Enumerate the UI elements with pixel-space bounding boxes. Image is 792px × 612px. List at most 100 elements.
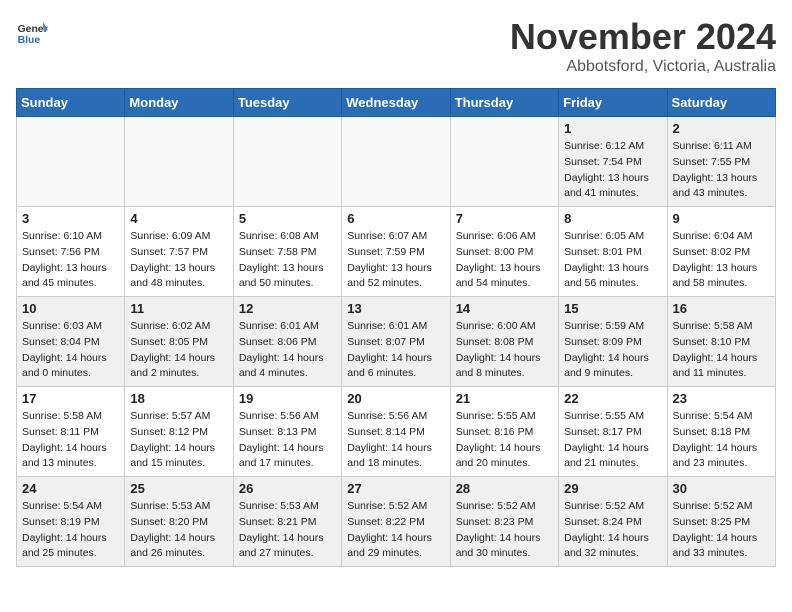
calendar-day-cell: 7 Sunrise: 6:06 AMSunset: 8:00 PMDaylight…: [450, 207, 558, 297]
day-number: 2: [673, 121, 770, 136]
weekday-header: Friday: [559, 89, 667, 117]
calendar-day-cell: 21 Sunrise: 5:55 AMSunset: 8:16 PMDayligh…: [450, 387, 558, 477]
day-info: Sunrise: 5:53 AMSunset: 8:21 PMDaylight:…: [239, 499, 336, 562]
day-info: Sunrise: 6:06 AMSunset: 8:00 PMDaylight:…: [456, 229, 553, 292]
calendar-week-row: 24 Sunrise: 5:54 AMSunset: 8:19 PMDayligh…: [17, 477, 776, 567]
calendar-day-cell: 20 Sunrise: 5:56 AMSunset: 8:14 PMDayligh…: [342, 387, 450, 477]
calendar-day-cell: 3 Sunrise: 6:10 AMSunset: 7:56 PMDaylight…: [17, 207, 125, 297]
day-info: Sunrise: 5:55 AMSunset: 8:16 PMDaylight:…: [456, 409, 553, 472]
calendar-week-row: 17 Sunrise: 5:58 AMSunset: 8:11 PMDayligh…: [17, 387, 776, 477]
day-number: 15: [564, 301, 661, 316]
calendar-day-cell: 12 Sunrise: 6:01 AMSunset: 8:06 PMDayligh…: [233, 297, 341, 387]
day-info: Sunrise: 5:58 AMSunset: 8:11 PMDaylight:…: [22, 409, 119, 472]
calendar-day-cell: 25 Sunrise: 5:53 AMSunset: 8:20 PMDayligh…: [125, 477, 233, 567]
svg-text:Blue: Blue: [18, 35, 41, 46]
day-number: 14: [456, 301, 553, 316]
day-info: Sunrise: 6:01 AMSunset: 8:06 PMDaylight:…: [239, 319, 336, 382]
calendar-day-cell: 17 Sunrise: 5:58 AMSunset: 8:11 PMDayligh…: [17, 387, 125, 477]
calendar-day-cell: 13Sunrise: 6:01 AMSunset: 8:07 PMDayligh…: [342, 297, 450, 387]
calendar-day-cell: 15 Sunrise: 5:59 AMSunset: 8:09 PMDayligh…: [559, 297, 667, 387]
day-number: 28: [456, 481, 553, 496]
day-info: Sunrise: 6:03 AMSunset: 8:04 PMDaylight:…: [22, 319, 119, 382]
calendar-day-cell: 18 Sunrise: 5:57 AMSunset: 8:12 PMDayligh…: [125, 387, 233, 477]
day-number: 17: [22, 391, 119, 406]
day-number: 16: [673, 301, 770, 316]
weekday-header: Saturday: [667, 89, 775, 117]
day-number: 19: [239, 391, 336, 406]
calendar-day-cell: 8 Sunrise: 6:05 AMSunset: 8:01 PMDaylight…: [559, 207, 667, 297]
calendar-day-cell: 27 Sunrise: 5:52 AMSunset: 8:22 PMDayligh…: [342, 477, 450, 567]
calendar-day-cell: 10 Sunrise: 6:03 AMSunset: 8:04 PMDayligh…: [17, 297, 125, 387]
day-info: Sunrise: 6:01 AMSunset: 8:07 PMDaylight:…: [347, 319, 444, 382]
weekday-header: Thursday: [450, 89, 558, 117]
day-info: Sunrise: 6:09 AMSunset: 7:57 PMDaylight:…: [130, 229, 227, 292]
day-info: Sunrise: 6:10 AMSunset: 7:56 PMDaylight:…: [22, 229, 119, 292]
calendar-day-cell: 24 Sunrise: 5:54 AMSunset: 8:19 PMDayligh…: [17, 477, 125, 567]
day-number: 11: [130, 301, 227, 316]
calendar-day-cell: 4 Sunrise: 6:09 AMSunset: 7:57 PMDaylight…: [125, 207, 233, 297]
calendar-week-row: 10 Sunrise: 6:03 AMSunset: 8:04 PMDayligh…: [17, 297, 776, 387]
day-info: Sunrise: 6:05 AMSunset: 8:01 PMDaylight:…: [564, 229, 661, 292]
day-number: 27: [347, 481, 444, 496]
weekday-header: Tuesday: [233, 89, 341, 117]
day-info: Sunrise: 5:56 AMSunset: 8:13 PMDaylight:…: [239, 409, 336, 472]
calendar-day-cell: 26Sunrise: 5:53 AMSunset: 8:21 PMDayligh…: [233, 477, 341, 567]
day-number: 23: [673, 391, 770, 406]
page-header: General Blue November 2024 Abbotsford, V…: [16, 16, 776, 76]
day-info: Sunrise: 5:54 AMSunset: 8:19 PMDaylight:…: [22, 499, 119, 562]
day-number: 20: [347, 391, 444, 406]
calendar-day-cell: 16 Sunrise: 5:58 AMSunset: 8:10 PMDayligh…: [667, 297, 775, 387]
calendar-day-cell: [17, 117, 125, 207]
day-number: 1: [564, 121, 661, 136]
calendar-day-cell: [233, 117, 341, 207]
day-info: Sunrise: 5:52 AMSunset: 8:22 PMDaylight:…: [347, 499, 444, 562]
day-number: 6: [347, 211, 444, 226]
calendar-day-cell: 9Sunrise: 6:04 AMSunset: 8:02 PMDaylight…: [667, 207, 775, 297]
month-title: November 2024: [510, 16, 776, 58]
day-info: Sunrise: 6:02 AMSunset: 8:05 PMDaylight:…: [130, 319, 227, 382]
location: Abbotsford, Victoria, Australia: [510, 58, 776, 76]
day-number: 4: [130, 211, 227, 226]
logo-icon: General Blue: [16, 16, 48, 48]
day-info: Sunrise: 5:56 AMSunset: 8:14 PMDaylight:…: [347, 409, 444, 472]
day-number: 18: [130, 391, 227, 406]
day-number: 30: [673, 481, 770, 496]
day-info: Sunrise: 5:58 AMSunset: 8:10 PMDaylight:…: [673, 319, 770, 382]
day-number: 22: [564, 391, 661, 406]
calendar-day-cell: 22 Sunrise: 5:55 AMSunset: 8:17 PMDayligh…: [559, 387, 667, 477]
day-info: Sunrise: 5:52 AMSunset: 8:23 PMDaylight:…: [456, 499, 553, 562]
day-number: 25: [130, 481, 227, 496]
day-info: Sunrise: 5:52 AMSunset: 8:24 PMDaylight:…: [564, 499, 661, 562]
day-number: 8: [564, 211, 661, 226]
day-number: 7: [456, 211, 553, 226]
calendar-day-cell: 19 Sunrise: 5:56 AMSunset: 8:13 PMDayligh…: [233, 387, 341, 477]
calendar-day-cell: 1Sunrise: 6:12 AMSunset: 7:54 PMDaylight…: [559, 117, 667, 207]
calendar-week-row: 3 Sunrise: 6:10 AMSunset: 7:56 PMDaylight…: [17, 207, 776, 297]
calendar-day-cell: 30 Sunrise: 5:52 AMSunset: 8:25 PMDayligh…: [667, 477, 775, 567]
day-number: 12: [239, 301, 336, 316]
weekday-header-row: SundayMondayTuesdayWednesdayThursdayFrid…: [17, 89, 776, 117]
calendar-day-cell: [450, 117, 558, 207]
calendar-day-cell: [342, 117, 450, 207]
calendar-day-cell: 11 Sunrise: 6:02 AMSunset: 8:05 PMDayligh…: [125, 297, 233, 387]
day-info: Sunrise: 5:52 AMSunset: 8:25 PMDaylight:…: [673, 499, 770, 562]
day-number: 21: [456, 391, 553, 406]
day-info: Sunrise: 6:08 AMSunset: 7:58 PMDaylight:…: [239, 229, 336, 292]
calendar-day-cell: 2 Sunrise: 6:11 AMSunset: 7:55 PMDaylight…: [667, 117, 775, 207]
calendar-day-cell: 29Sunrise: 5:52 AMSunset: 8:24 PMDayligh…: [559, 477, 667, 567]
day-info: Sunrise: 5:53 AMSunset: 8:20 PMDaylight:…: [130, 499, 227, 562]
weekday-header: Wednesday: [342, 89, 450, 117]
calendar-day-cell: 5Sunrise: 6:08 AMSunset: 7:58 PMDaylight…: [233, 207, 341, 297]
day-info: Sunrise: 5:54 AMSunset: 8:18 PMDaylight:…: [673, 409, 770, 472]
calendar-day-cell: 23 Sunrise: 5:54 AMSunset: 8:18 PMDayligh…: [667, 387, 775, 477]
day-info: Sunrise: 5:57 AMSunset: 8:12 PMDaylight:…: [130, 409, 227, 472]
day-number: 3: [22, 211, 119, 226]
day-info: Sunrise: 5:55 AMSunset: 8:17 PMDaylight:…: [564, 409, 661, 472]
calendar-day-cell: 28 Sunrise: 5:52 AMSunset: 8:23 PMDayligh…: [450, 477, 558, 567]
day-number: 24: [22, 481, 119, 496]
day-number: 9: [673, 211, 770, 226]
day-info: Sunrise: 6:00 AMSunset: 8:08 PMDaylight:…: [456, 319, 553, 382]
day-info: Sunrise: 6:11 AMSunset: 7:55 PMDaylight:…: [673, 139, 770, 202]
day-info: Sunrise: 5:59 AMSunset: 8:09 PMDaylight:…: [564, 319, 661, 382]
day-number: 10: [22, 301, 119, 316]
